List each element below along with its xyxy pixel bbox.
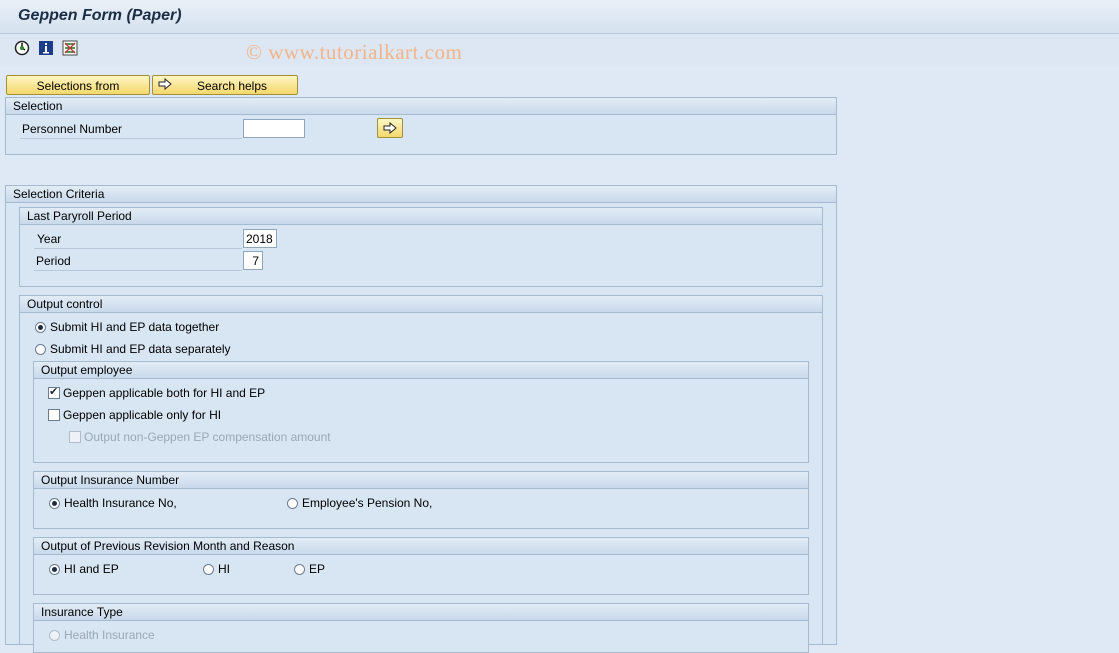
geppen-both-checkbox[interactable] [48,385,60,399]
selection-criteria-header: Selection Criteria [6,186,836,203]
submit-separately-label: Submit HI and EP data separately [50,342,231,356]
field-underline [34,270,242,271]
year-label: Year [37,232,62,246]
hi-and-ep-radio[interactable] [49,564,60,575]
output-employee-header: Output employee [34,362,808,379]
search-helps-label: Search helps [196,79,268,93]
page-title: Geppen Form (Paper) [18,7,182,24]
last-payroll-group: Last Paryroll Period [19,207,823,287]
pension-no-label: Employee's Pension No, [302,496,433,510]
search-helps-button[interactable]: Search helps [152,75,298,95]
geppen-only-hi-label: Geppen applicable only for HI [63,408,222,422]
selections-from-button[interactable]: Selections from [6,75,150,95]
application-toolbar [0,34,1119,66]
geppen-only-hi-checkbox[interactable] [48,409,60,421]
selection-group-header: Selection [6,98,836,115]
non-geppen-checkbox[interactable] [69,431,81,443]
selection-group: Selection [5,97,837,155]
multiple-selection-button[interactable] [377,118,403,138]
watermark: © www.tutorialkart.com [246,40,463,64]
submit-separately-radio[interactable] [35,344,46,355]
health-insurance-no-label: Health Insurance No, [64,496,177,510]
hi-and-ep-label: HI and EP [64,562,119,576]
non-geppen-label: Output non-Geppen EP compensation amount [84,430,331,444]
title-bar: Geppen Form (Paper) [0,0,1119,34]
period-label: Period [36,254,71,268]
prev-revision-header: Output of Previous Revision Month and Re… [34,538,808,555]
health-insurance-label: Health Insurance [64,628,155,642]
submit-together-radio[interactable] [35,322,46,333]
pension-no-radio[interactable] [287,498,298,509]
arrow-right-icon [383,122,397,134]
field-underline [20,138,242,139]
geppen-both-label: Geppen applicable both for HI and EP [63,386,266,400]
field-underline [34,248,242,249]
info-icon[interactable] [38,40,54,56]
year-input[interactable] [243,229,277,248]
hi-label: HI [218,562,230,576]
health-insurance-radio[interactable] [49,630,60,641]
output-insurance-header: Output Insurance Number [34,472,808,489]
personnel-number-input[interactable] [243,119,305,138]
personnel-number-label: Personnel Number [22,122,123,136]
insurance-type-header: Insurance Type [34,604,808,621]
arrow-right-icon [158,78,172,90]
selections-from-label: Selections from [36,79,120,93]
health-insurance-no-radio[interactable] [49,498,60,509]
output-control-header: Output control [20,296,822,313]
execute-icon[interactable] [14,40,30,56]
prev-revision-group: Output of Previous Revision Month and Re… [33,537,809,595]
selection-options-icon[interactable] [62,40,78,56]
ep-label: EP [309,562,326,576]
ep-radio[interactable] [294,564,305,575]
submit-together-label: Submit HI and EP data together [50,320,220,334]
period-input[interactable] [243,251,263,270]
hi-radio[interactable] [203,564,214,575]
last-payroll-header: Last Paryroll Period [20,208,822,225]
